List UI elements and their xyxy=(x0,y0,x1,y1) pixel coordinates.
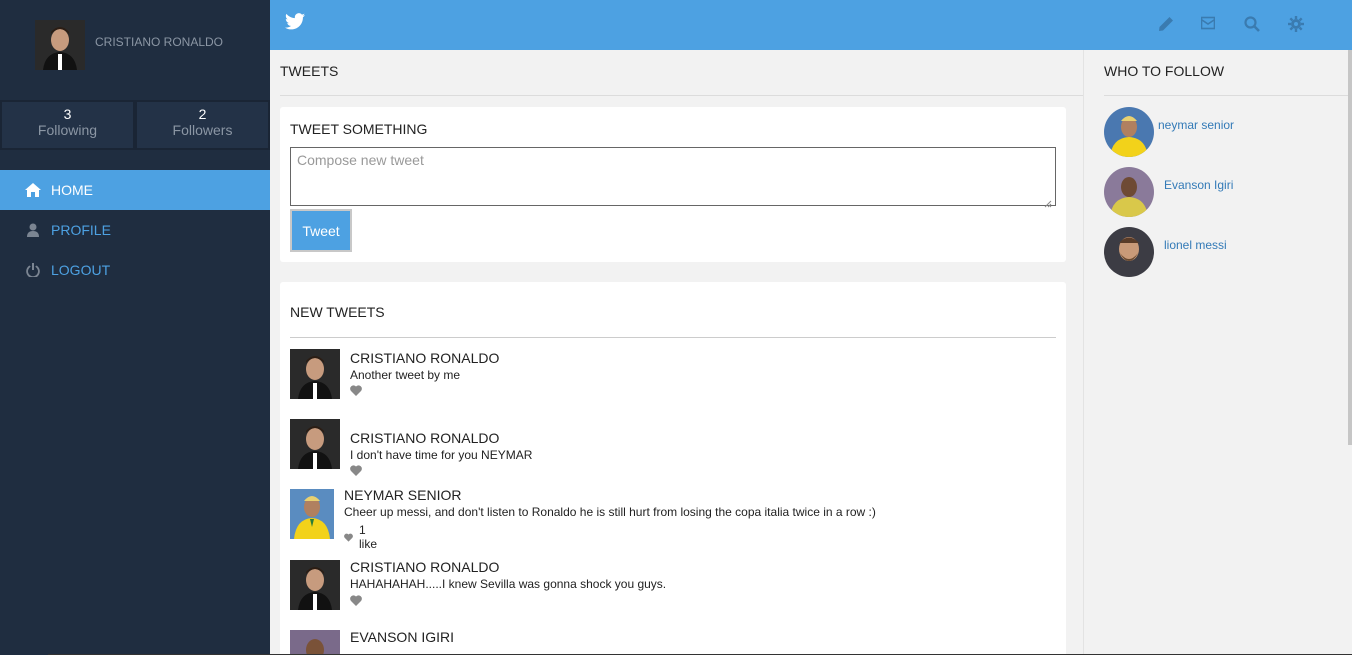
home-icon xyxy=(25,182,41,198)
compose-input[interactable] xyxy=(290,147,1056,206)
sidebar-item-label: LOGOUT xyxy=(51,262,111,278)
user-name: CRISTIANO RONALDO xyxy=(95,35,224,49)
pencil-icon[interactable] xyxy=(1158,16,1176,34)
suggestion-name[interactable]: Evanson Igiri xyxy=(1164,178,1233,192)
compose-card: TWEET SOMETHING Tweet xyxy=(280,107,1066,262)
search-icon[interactable] xyxy=(1244,16,1262,34)
avatar[interactable] xyxy=(1104,167,1154,217)
like-button[interactable] xyxy=(350,465,368,476)
suggestion-name[interactable]: neymar senior xyxy=(1158,118,1234,132)
tweet-author[interactable]: CRISTIANO RONALDO xyxy=(350,350,499,366)
sidebar: CRISTIANO RONALDO 3 Following 2 Follower… xyxy=(0,0,270,655)
sidebar-item-profile[interactable]: PROFILE xyxy=(0,210,270,250)
tweet-text: I don't have time for you NEYMAR xyxy=(350,448,533,462)
followers-stat[interactable]: 2 Followers xyxy=(135,100,270,150)
top-bar xyxy=(270,0,1352,50)
avatar[interactable] xyxy=(290,419,340,469)
sidebar-item-label: HOME xyxy=(51,182,93,198)
divider xyxy=(1104,95,1352,96)
sidebar-item-home[interactable]: HOME xyxy=(0,170,270,210)
suggestion-name[interactable]: lionel messi xyxy=(1164,238,1227,252)
tweet-text: HAHAHAHAH.....I knew Sevilla was gonna s… xyxy=(350,577,667,591)
heart-icon xyxy=(344,533,353,542)
heart-icon xyxy=(350,385,362,396)
tweet-author[interactable]: CRISTIANO RONALDO xyxy=(350,430,499,446)
avatar[interactable] xyxy=(290,489,334,539)
scrollbar[interactable] xyxy=(1348,50,1352,445)
avatar[interactable] xyxy=(290,560,340,610)
avatar[interactable] xyxy=(1104,107,1154,157)
following-count: 3 xyxy=(63,106,72,122)
follow-suggestion: neymar senior xyxy=(1104,107,1234,157)
following-label: Following xyxy=(37,122,98,138)
follow-suggestion: Evanson Igiri xyxy=(1104,167,1233,217)
heart-icon xyxy=(350,465,362,476)
follow-suggestion: lionel messi xyxy=(1104,227,1227,277)
resize-handle-icon[interactable] xyxy=(1044,195,1052,208)
avatar[interactable] xyxy=(35,20,85,70)
tweet-button[interactable]: Tweet xyxy=(290,209,352,252)
tweet-text: Another tweet by me xyxy=(350,368,461,382)
tweet-text: Cheer up messi, and don't listen to Rona… xyxy=(344,505,876,519)
tweet-author[interactable]: CRISTIANO RONALDO xyxy=(350,559,499,575)
following-stat[interactable]: 3 Following xyxy=(0,100,135,150)
sidebar-item-logout[interactable]: LOGOUT xyxy=(0,250,270,290)
avatar[interactable] xyxy=(1104,227,1154,277)
sidebar-nav: HOME PROFILE LOGOUT xyxy=(0,170,270,290)
stats-bar: 3 Following 2 Followers xyxy=(0,100,270,150)
power-icon xyxy=(25,262,41,278)
who-to-follow-panel: WHO TO FOLLOW neymar senior Evanson Igir… xyxy=(1083,50,1352,655)
followers-label: Followers xyxy=(172,122,233,138)
heart-icon xyxy=(350,595,362,606)
avatar[interactable] xyxy=(290,349,340,399)
feed-title: NEW TWEETS xyxy=(290,304,385,320)
like-button[interactable]: 1 like xyxy=(344,523,380,551)
main-column: TWEETS TWEET SOMETHING Tweet NEW TWEETS … xyxy=(270,50,1083,655)
feed-card: NEW TWEETS CRISTIANO RONALDO Another twe… xyxy=(280,282,1066,655)
user-icon xyxy=(25,222,41,238)
mail-icon[interactable] xyxy=(1200,16,1219,34)
page-title: TWEETS xyxy=(280,63,339,79)
tweet-author[interactable]: NEYMAR SENIOR xyxy=(344,487,461,503)
divider xyxy=(280,95,1083,96)
profile-card: CRISTIANO RONALDO xyxy=(0,0,270,100)
twitter-bird-icon[interactable] xyxy=(285,13,305,35)
like-count: 1 like xyxy=(359,523,378,551)
who-to-follow-title: WHO TO FOLLOW xyxy=(1104,63,1225,79)
divider xyxy=(290,337,1056,338)
like-button[interactable] xyxy=(350,595,368,606)
avatar[interactable] xyxy=(290,630,340,655)
tweet-author[interactable]: EVANSON IGIRI xyxy=(350,629,454,645)
like-button[interactable] xyxy=(350,385,368,396)
followers-count: 2 xyxy=(198,106,207,122)
gear-icon[interactable] xyxy=(1288,16,1306,34)
sidebar-item-label: PROFILE xyxy=(51,222,111,238)
compose-title: TWEET SOMETHING xyxy=(290,121,428,137)
